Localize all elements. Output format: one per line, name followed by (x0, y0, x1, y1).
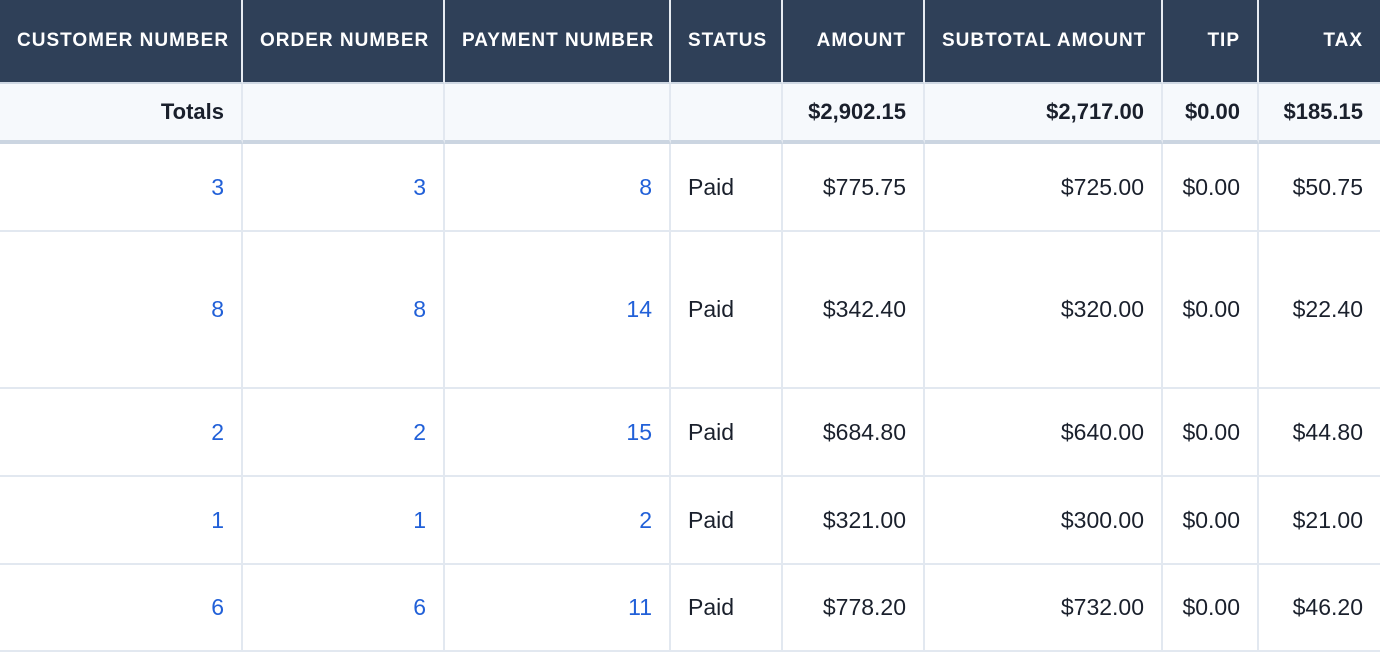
totals-status-empty (671, 84, 783, 144)
totals-label: Totals (0, 84, 243, 144)
subtotal-cell: $300.00 (925, 477, 1163, 565)
payments-table: CUSTOMER NUMBER ORDER NUMBER PAYMENT NUM… (0, 0, 1380, 652)
column-header-customer-number[interactable]: CUSTOMER NUMBER (0, 0, 243, 84)
subtotal-cell: $725.00 (925, 144, 1163, 232)
column-header-subtotal-amount[interactable]: SUBTOTAL AMOUNT (925, 0, 1163, 84)
status-cell: Paid (671, 232, 783, 389)
order-number-link[interactable]: 2 (243, 389, 445, 477)
totals-tax: $185.15 (1259, 84, 1380, 144)
amount-cell: $778.20 (783, 565, 925, 652)
amount-cell: $684.80 (783, 389, 925, 477)
status-cell: Paid (671, 565, 783, 652)
totals-order-empty (243, 84, 445, 144)
amount-cell: $342.40 (783, 232, 925, 389)
totals-amount: $2,902.15 (783, 84, 925, 144)
payment-number-link[interactable]: 11 (445, 565, 671, 652)
status-cell: Paid (671, 389, 783, 477)
order-number-link[interactable]: 8 (243, 232, 445, 389)
tax-cell: $44.80 (1259, 389, 1380, 477)
column-header-payment-number[interactable]: PAYMENT NUMBER (445, 0, 671, 84)
column-header-amount[interactable]: AMOUNT (783, 0, 925, 84)
subtotal-cell: $640.00 (925, 389, 1163, 477)
order-number-link[interactable]: 1 (243, 477, 445, 565)
payment-number-link[interactable]: 14 (445, 232, 671, 389)
order-number-link[interactable]: 6 (243, 565, 445, 652)
customer-number-link[interactable]: 3 (0, 144, 243, 232)
order-number-link[interactable]: 3 (243, 144, 445, 232)
tax-cell: $21.00 (1259, 477, 1380, 565)
column-header-status[interactable]: STATUS (671, 0, 783, 84)
tip-cell: $0.00 (1163, 565, 1259, 652)
customer-number-link[interactable]: 6 (0, 565, 243, 652)
column-header-tax[interactable]: TAX (1259, 0, 1380, 84)
payment-number-link[interactable]: 2 (445, 477, 671, 565)
payment-number-link[interactable]: 8 (445, 144, 671, 232)
customer-number-link[interactable]: 8 (0, 232, 243, 389)
tax-cell: $50.75 (1259, 144, 1380, 232)
tax-cell: $46.20 (1259, 565, 1380, 652)
tax-cell: $22.40 (1259, 232, 1380, 389)
subtotal-cell: $732.00 (925, 565, 1163, 652)
column-header-tip[interactable]: TIP (1163, 0, 1259, 84)
customer-number-link[interactable]: 1 (0, 477, 243, 565)
tip-cell: $0.00 (1163, 389, 1259, 477)
amount-cell: $321.00 (783, 477, 925, 565)
status-cell: Paid (671, 144, 783, 232)
tip-cell: $0.00 (1163, 144, 1259, 232)
column-header-order-number[interactable]: ORDER NUMBER (243, 0, 445, 84)
status-cell: Paid (671, 477, 783, 565)
tip-cell: $0.00 (1163, 232, 1259, 389)
subtotal-cell: $320.00 (925, 232, 1163, 389)
totals-payment-empty (445, 84, 671, 144)
totals-tip: $0.00 (1163, 84, 1259, 144)
customer-number-link[interactable]: 2 (0, 389, 243, 477)
tip-cell: $0.00 (1163, 477, 1259, 565)
payment-number-link[interactable]: 15 (445, 389, 671, 477)
amount-cell: $775.75 (783, 144, 925, 232)
totals-subtotal: $2,717.00 (925, 84, 1163, 144)
